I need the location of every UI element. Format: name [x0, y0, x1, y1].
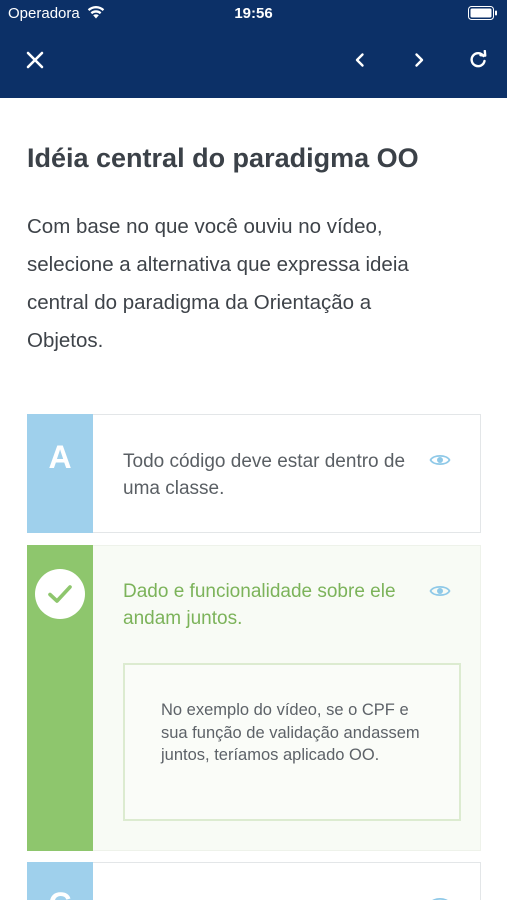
option-text: Todo código deve estar dentro de uma cla… — [123, 451, 406, 499]
answer-option-a[interactable]: A Todo código deve estar dentro de uma c… — [27, 414, 481, 533]
chevron-left-icon — [355, 53, 364, 67]
option-text: Dado e funcionalidade sobre ele andam ju… — [123, 581, 396, 629]
page-title: Idéia central do paradigma OO — [27, 143, 419, 173]
eye-icon[interactable] — [429, 895, 451, 900]
option-letter-box: A — [27, 414, 93, 533]
battery-icon — [468, 6, 497, 20]
close-icon — [26, 51, 44, 69]
eye-icon[interactable] — [429, 452, 451, 468]
previous-button[interactable] — [342, 42, 378, 78]
status-bar: Operadora 19:56 — [0, 0, 507, 28]
checkmark-icon — [48, 585, 72, 603]
answer-option-b[interactable]: Dado e funcionalidade sobre ele andam ju… — [27, 545, 481, 851]
answer-feedback: No exemplo do vídeo, se o CPF e sua funç… — [123, 663, 461, 821]
checkmark-badge — [35, 569, 85, 619]
option-letter-box — [27, 545, 93, 851]
reload-icon — [470, 50, 487, 68]
option-letter: C — [48, 886, 71, 900]
app-header: Operadora 19:56 — [0, 0, 507, 98]
option-letter-box: C — [27, 862, 93, 900]
answer-option-c[interactable]: C — [27, 862, 481, 900]
reload-button[interactable] — [460, 42, 496, 78]
question-text: Com base no que você ouviu no vídeo, sel… — [27, 215, 409, 352]
next-button[interactable] — [401, 42, 437, 78]
status-time: 19:56 — [234, 5, 273, 22]
eye-icon[interactable] — [429, 583, 451, 599]
option-letter: A — [48, 439, 72, 475]
close-button[interactable] — [17, 42, 53, 78]
chevron-right-icon — [415, 53, 424, 67]
